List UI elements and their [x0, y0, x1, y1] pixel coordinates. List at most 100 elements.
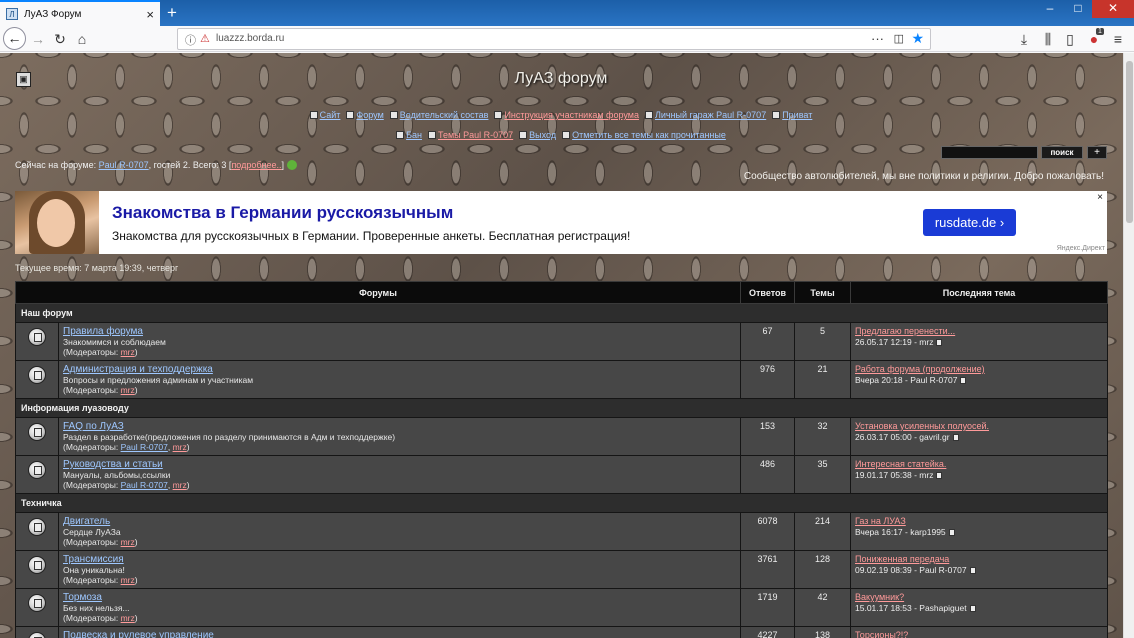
ad-button[interactable]: rusdate.de ›	[923, 209, 1016, 236]
menu-item-icon	[519, 131, 528, 139]
last-topic-link[interactable]: Установка усиленных полуосей.	[855, 421, 989, 431]
forum-icon-cell	[15, 322, 59, 361]
menu-item-label[interactable]: Бан	[406, 130, 422, 140]
moderator-link[interactable]: mrz	[173, 442, 187, 452]
menu-item[interactable]: Водительский состав	[389, 110, 489, 120]
moderator-link[interactable]: Paul R-0707	[121, 480, 168, 490]
online-user-link[interactable]: Paul R-0707	[99, 160, 149, 170]
menu-item-label[interactable]: Приват	[782, 110, 812, 120]
online-more-link[interactable]: подробнее..	[231, 160, 281, 170]
category-title[interactable]: Техничка	[14, 493, 1109, 513]
insecure-lock-icon[interactable]: ⚠	[200, 32, 210, 45]
forum-name-link[interactable]: Администрация и техподдержка	[63, 364, 213, 375]
maximize-button[interactable]: □	[1064, 0, 1092, 18]
last-topic-link[interactable]: Предлагаю перенести...	[855, 326, 955, 336]
forum-description: Мануалы, альбомы,ссылки	[63, 470, 171, 480]
menu-item-label[interactable]: Выход	[529, 130, 556, 140]
goto-last-post-icon[interactable]	[936, 472, 943, 479]
moderator-link[interactable]: mrz	[121, 385, 135, 395]
forum-name-link[interactable]: Правила форума	[63, 326, 143, 337]
advanced-search-button[interactable]: +	[1087, 146, 1107, 159]
forward-button[interactable]: →	[28, 30, 48, 48]
sidebar-icon[interactable]: ▯	[1060, 30, 1080, 48]
goto-last-post-icon[interactable]	[960, 377, 967, 384]
last-topic-cell: Установка усиленных полуосей. 26.03.17 05…	[850, 417, 1109, 456]
menu-item[interactable]: Бан	[396, 130, 422, 140]
scroll-thumb[interactable]	[1126, 61, 1133, 223]
last-topic-link[interactable]: Пониженная передача	[855, 554, 949, 564]
menu-icon[interactable]: ≡	[1108, 30, 1128, 48]
new-tab-button[interactable]: +	[162, 2, 182, 24]
menu-item[interactable]: Темы Paul R-0707	[427, 130, 513, 140]
home-button[interactable]: ⌂	[72, 30, 92, 48]
moderator-link[interactable]: mrz	[121, 537, 135, 547]
menu-item-label[interactable]: Сайт	[320, 110, 341, 120]
menu-item-label[interactable]: Водительский состав	[400, 110, 489, 120]
last-topic-meta: 15.01.17 18:53 - Pashapiguet	[855, 603, 1103, 613]
ad-banner[interactable]: Знакомства в Германии русскоязычным Знак…	[15, 191, 1107, 254]
category-title[interactable]: Информация луазоводу	[14, 398, 1109, 418]
ad-close-icon[interactable]: ×	[1097, 192, 1103, 203]
menu-item-icon	[772, 111, 781, 119]
menu-item-label[interactable]: Форум	[356, 110, 383, 120]
scrollbar[interactable]	[1123, 53, 1134, 638]
downloads-icon[interactable]: ⤓	[1014, 30, 1034, 48]
menu-item[interactable]: Приват	[772, 110, 812, 120]
search-button[interactable]: поиск	[1041, 146, 1083, 159]
browser-tab[interactable]: Л ЛуАЗ Форум ×	[0, 0, 160, 26]
moderator-link[interactable]: mrz	[121, 347, 135, 357]
tab-close-icon[interactable]: ×	[146, 7, 154, 22]
last-topic-link[interactable]: Газ на ЛУАЗ	[855, 516, 906, 526]
close-window-button[interactable]: ✕	[1092, 0, 1134, 18]
ad-source[interactable]: Яндекс.Директ	[1057, 245, 1105, 252]
library-icon[interactable]: ⫼	[1038, 30, 1058, 48]
bookmark-star-icon[interactable]: ★	[911, 30, 924, 47]
goto-last-post-icon[interactable]	[952, 434, 959, 441]
menu-item[interactable]: Отметить все темы как прочитанные	[562, 130, 726, 140]
category-title[interactable]: Наш форум	[14, 303, 1109, 323]
forum-name-link[interactable]: Трансмиссия	[63, 554, 124, 565]
forum-read-icon	[28, 518, 46, 536]
goto-last-post-icon[interactable]	[936, 339, 943, 346]
forum-name-link[interactable]: FAQ по ЛуАЗ	[63, 421, 124, 432]
menu-item[interactable]: Форум	[346, 110, 384, 120]
menu-item[interactable]: Выход	[519, 130, 556, 140]
moderator-link[interactable]: mrz	[173, 480, 187, 490]
last-topic-link[interactable]: Интересная статейка.	[855, 459, 946, 469]
forum-moderators: (Модераторы: Paul R-0707, mrz)	[63, 480, 736, 490]
last-topic-link[interactable]: Вакуумник?	[855, 592, 904, 602]
forum-name-link[interactable]: Тормоза	[63, 592, 102, 603]
menu-item-label[interactable]: Инструкция участникам форума	[504, 110, 639, 120]
moderator-link[interactable]: Paul R-0707	[121, 442, 168, 452]
minimize-button[interactable]: –	[1036, 0, 1064, 18]
ad-photo[interactable]	[15, 191, 99, 254]
moderator-link[interactable]: mrz	[121, 613, 135, 623]
moderator-link[interactable]: mrz	[121, 575, 135, 585]
menu-item-label[interactable]: Личный гараж Paul R-0707	[655, 110, 766, 120]
last-topic-meta: Вчера 16:17 - karp1995	[855, 527, 1103, 537]
menu-item[interactable]: Сайт	[309, 110, 341, 120]
url-text[interactable]: luazzz.borda.ru	[216, 33, 284, 44]
ad-text[interactable]: Знакомства для русскоязычных в Германии.…	[112, 229, 630, 243]
goto-last-post-icon[interactable]	[969, 605, 976, 612]
forum-name-link[interactable]: Подвеска и рулевое управление	[63, 630, 214, 638]
back-button[interactable]: ←	[3, 27, 26, 50]
site-info-icon[interactable]: ⓘ	[185, 32, 196, 48]
menu-item[interactable]: Инструкция участникам форума	[494, 110, 639, 120]
forum-name-link[interactable]: Двигатель	[63, 516, 110, 527]
menu-item[interactable]: Личный гараж Paul R-0707	[644, 110, 766, 120]
forum-name-link[interactable]: Руководства и статьи	[63, 459, 163, 470]
search-input[interactable]	[941, 146, 1038, 159]
menu-item-label[interactable]: Отметить все темы как прочитанные	[572, 130, 726, 140]
menu-item-label[interactable]: Темы Paul R-0707	[438, 130, 513, 140]
page-actions-icon[interactable]: ···	[871, 31, 884, 46]
ad-title[interactable]: Знакомства в Германии русскоязычным	[112, 203, 453, 223]
goto-last-post-icon[interactable]	[948, 529, 955, 536]
pocket-icon[interactable]: ◫	[894, 32, 904, 45]
last-topic-link[interactable]: Торсионы?!?	[855, 630, 908, 638]
forum-read-icon	[28, 461, 46, 479]
address-bar[interactable]: ⓘ ⚠ luazzz.borda.ru ··· ◫ ★	[177, 28, 931, 50]
goto-last-post-icon[interactable]	[969, 567, 976, 574]
reload-button[interactable]: ↻	[50, 30, 70, 48]
last-topic-link[interactable]: Работа форума (продолжение)	[855, 364, 985, 374]
